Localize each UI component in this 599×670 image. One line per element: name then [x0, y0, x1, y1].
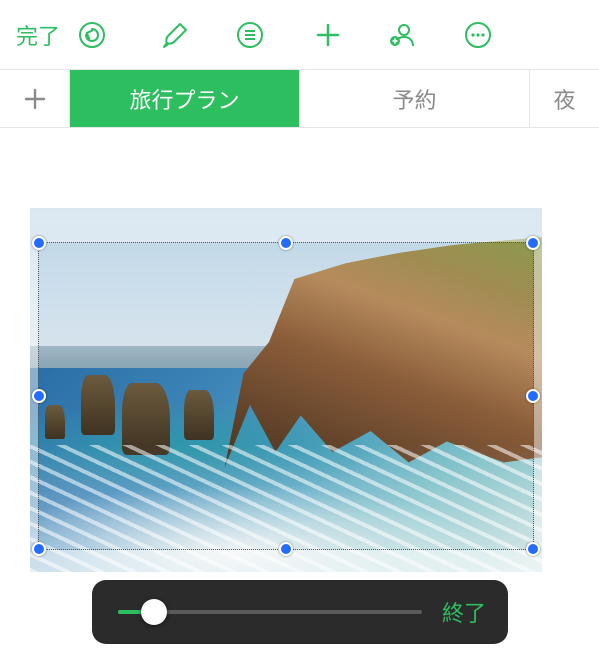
image-container[interactable]: [30, 208, 542, 572]
crop-control-pill: 終了: [92, 580, 508, 644]
add-person-icon[interactable]: [384, 17, 420, 53]
brush-icon[interactable]: [158, 17, 194, 53]
done-button[interactable]: 完了: [16, 19, 60, 51]
tab-bar: 旅行プラン 予約 夜: [0, 70, 599, 128]
tab-label: 夜: [553, 83, 575, 115]
add-tab-button[interactable]: [0, 70, 70, 127]
editor-canvas: 終了: [0, 128, 599, 670]
undo-icon[interactable]: [74, 17, 110, 53]
list-icon[interactable]: [232, 17, 268, 53]
tab-reservation[interactable]: 予約: [300, 70, 530, 127]
more-icon[interactable]: [460, 17, 496, 53]
top-toolbar: 完了: [0, 0, 599, 70]
finish-button[interactable]: 終了: [442, 596, 486, 628]
tab-label: 旅行プラン: [129, 83, 239, 115]
tab-third[interactable]: 夜: [530, 70, 599, 127]
coastline-photo: [30, 208, 542, 572]
slider-thumb[interactable]: [141, 599, 167, 625]
tab-travel-plan[interactable]: 旅行プラン: [70, 70, 300, 127]
tab-label: 予約: [392, 83, 436, 115]
plus-icon[interactable]: [310, 17, 346, 53]
zoom-slider[interactable]: [118, 610, 422, 614]
